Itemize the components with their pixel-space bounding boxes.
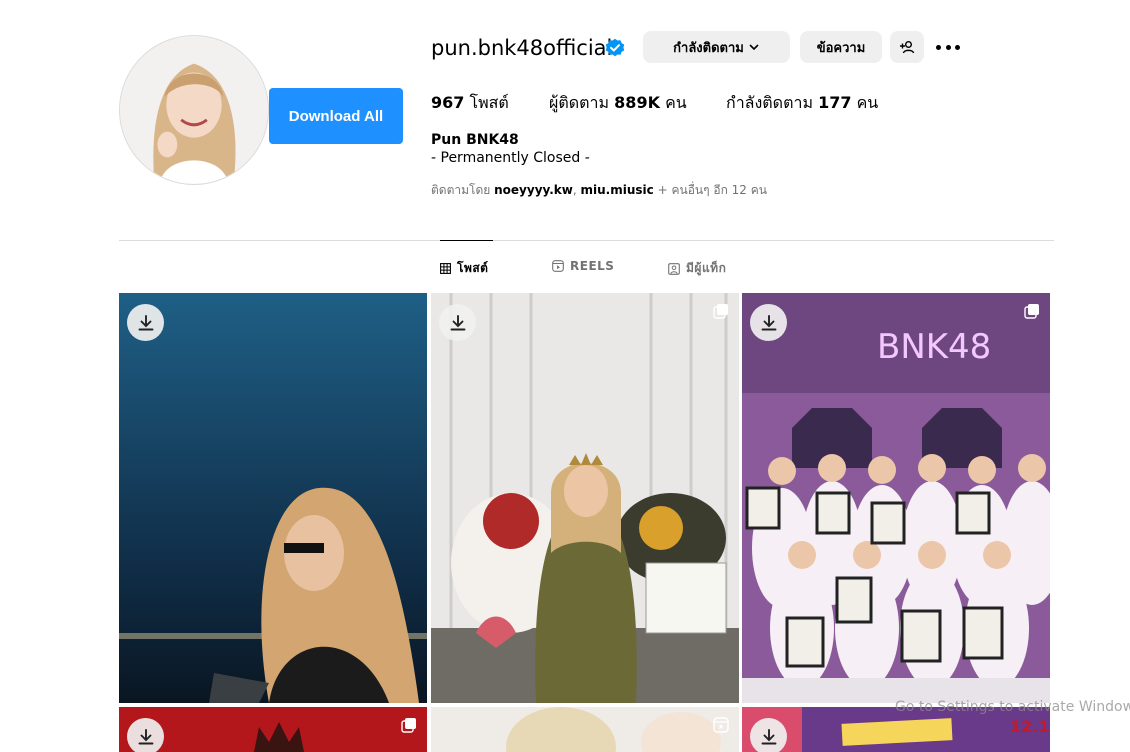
profile-username: pun.bnk48official bbox=[431, 36, 613, 60]
post-tile[interactable] bbox=[119, 293, 427, 703]
bnk48-sign: BNK48 bbox=[877, 327, 991, 367]
download-icon bbox=[761, 728, 776, 744]
carousel-icon bbox=[713, 304, 728, 319]
tagged-icon bbox=[668, 262, 680, 275]
download-icon bbox=[450, 314, 465, 330]
following-button-label: กำลังติดตาม bbox=[673, 40, 744, 56]
post-download-button[interactable] bbox=[127, 304, 164, 341]
profile-avatar[interactable] bbox=[119, 35, 269, 185]
posts-count: 967 โพสต์ bbox=[431, 93, 509, 112]
download-icon bbox=[761, 314, 776, 330]
post-image bbox=[119, 293, 427, 703]
post-download-button[interactable] bbox=[750, 718, 787, 752]
more-options-icon[interactable] bbox=[936, 38, 960, 56]
active-tab-indicator bbox=[440, 240, 493, 241]
post-tile[interactable] bbox=[119, 707, 427, 752]
suggested-users-button[interactable] bbox=[890, 31, 924, 63]
verified-badge-icon bbox=[605, 38, 625, 57]
followed-by[interactable]: ติดตามโดย noeyyyy.kw, miu.miusic + คนอื่… bbox=[431, 181, 767, 200]
grid-icon bbox=[440, 263, 451, 274]
post-tile[interactable] bbox=[431, 293, 739, 703]
post-download-button[interactable] bbox=[750, 304, 787, 341]
activate-windows-watermark: Go to Settings to activate Windows. bbox=[895, 699, 1130, 715]
post-download-button[interactable] bbox=[439, 304, 476, 341]
tab-posts[interactable]: โพสต์ bbox=[440, 259, 488, 278]
post-image bbox=[119, 707, 427, 752]
download-all-button[interactable]: Download All bbox=[269, 88, 403, 144]
add-user-icon bbox=[900, 41, 915, 54]
message-button[interactable]: ข้อความ bbox=[800, 31, 882, 63]
download-icon bbox=[138, 728, 153, 744]
download-icon bbox=[138, 314, 153, 330]
following-link[interactable]: กำลังติดตาม 177 คน bbox=[726, 91, 878, 116]
post-tile[interactable] bbox=[431, 707, 739, 752]
avatar-image bbox=[120, 36, 268, 184]
followers-link[interactable]: ผู้ติดตาม 889K คน bbox=[549, 91, 687, 116]
post-download-button[interactable] bbox=[127, 718, 164, 752]
tab-tagged[interactable]: มีผู้แท็ก bbox=[668, 259, 726, 278]
post-image bbox=[431, 707, 739, 752]
chevron-down-icon bbox=[749, 44, 759, 51]
post-image bbox=[431, 293, 739, 703]
carousel-icon bbox=[1024, 304, 1039, 319]
profile-full-name: Pun BNK48 bbox=[431, 132, 519, 148]
following-button[interactable]: กำลังติดตาม bbox=[643, 31, 790, 63]
promo-date-label: 12.12 bbox=[1010, 717, 1050, 736]
tabs-divider bbox=[119, 240, 1054, 241]
post-image: BNK48 bbox=[742, 293, 1050, 703]
post-tile[interactable]: BNK48 bbox=[742, 293, 1050, 703]
reels-icon bbox=[552, 260, 564, 272]
carousel-icon bbox=[401, 718, 416, 733]
profile-bio: - Permanently Closed - bbox=[431, 150, 590, 166]
reel-indicator-icon bbox=[713, 717, 729, 733]
tab-reels[interactable]: REELS bbox=[552, 259, 614, 273]
